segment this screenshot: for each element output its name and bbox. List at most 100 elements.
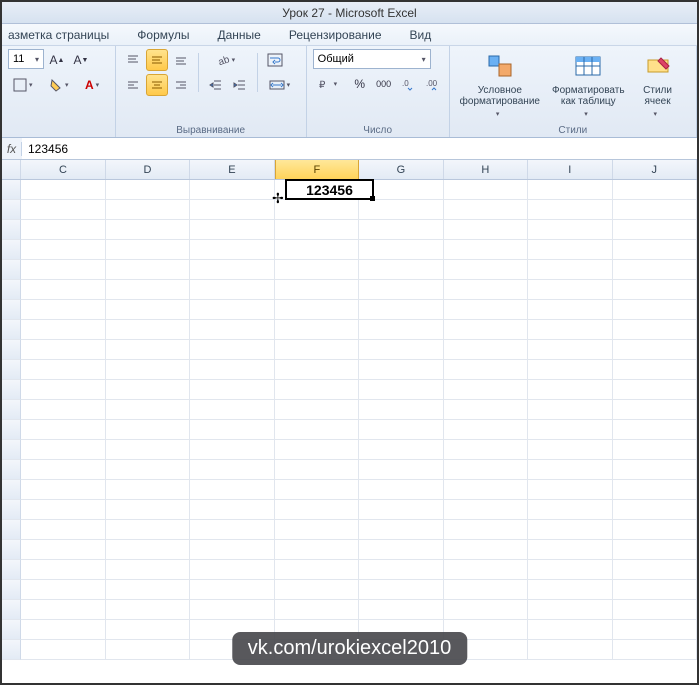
cell[interactable] bbox=[275, 360, 359, 380]
cell[interactable] bbox=[613, 420, 697, 440]
cell[interactable] bbox=[275, 320, 359, 340]
cell[interactable] bbox=[106, 260, 190, 280]
cell[interactable] bbox=[444, 580, 528, 600]
align-right-icon[interactable] bbox=[170, 74, 192, 96]
cell[interactable] bbox=[21, 600, 105, 620]
increase-indent-icon[interactable] bbox=[229, 74, 251, 96]
col-header[interactable]: I bbox=[528, 160, 612, 179]
cell[interactable] bbox=[106, 540, 190, 560]
cell[interactable] bbox=[21, 280, 105, 300]
cell[interactable] bbox=[275, 340, 359, 360]
cell[interactable] bbox=[444, 180, 528, 200]
cell[interactable] bbox=[359, 440, 443, 460]
cell[interactable] bbox=[190, 580, 274, 600]
cell[interactable] bbox=[106, 580, 190, 600]
cell[interactable] bbox=[106, 400, 190, 420]
cell[interactable] bbox=[444, 280, 528, 300]
decrease-indent-icon[interactable] bbox=[205, 74, 227, 96]
cell[interactable] bbox=[359, 380, 443, 400]
cell[interactable] bbox=[190, 560, 274, 580]
cell[interactable] bbox=[444, 300, 528, 320]
cell[interactable] bbox=[190, 480, 274, 500]
font-size-combo[interactable]: 11▾ bbox=[8, 49, 44, 69]
cell[interactable] bbox=[613, 620, 697, 640]
worksheet-grid[interactable]: C D E F G H I J 123456 ✢ bbox=[2, 160, 697, 660]
align-top-icon[interactable] bbox=[122, 49, 144, 71]
cell[interactable] bbox=[359, 220, 443, 240]
cell[interactable] bbox=[444, 260, 528, 280]
cell[interactable] bbox=[444, 500, 528, 520]
cell[interactable] bbox=[21, 440, 105, 460]
cell[interactable] bbox=[190, 600, 274, 620]
cell[interactable] bbox=[21, 540, 105, 560]
cell[interactable] bbox=[444, 540, 528, 560]
increase-font-icon[interactable]: A▲ bbox=[46, 49, 68, 71]
cell[interactable] bbox=[359, 300, 443, 320]
cell[interactable] bbox=[359, 540, 443, 560]
cell[interactable] bbox=[359, 500, 443, 520]
cell[interactable] bbox=[613, 200, 697, 220]
cell[interactable] bbox=[444, 400, 528, 420]
cell[interactable] bbox=[528, 320, 612, 340]
cell[interactable] bbox=[359, 480, 443, 500]
cell[interactable] bbox=[275, 500, 359, 520]
cell[interactable] bbox=[359, 200, 443, 220]
cell[interactable] bbox=[275, 200, 359, 220]
cell[interactable] bbox=[613, 580, 697, 600]
cell[interactable] bbox=[444, 200, 528, 220]
cell[interactable] bbox=[21, 300, 105, 320]
number-format-combo[interactable]: Общий▾ bbox=[313, 49, 431, 69]
cell[interactable] bbox=[528, 520, 612, 540]
cell[interactable] bbox=[106, 360, 190, 380]
cell[interactable] bbox=[359, 400, 443, 420]
cell[interactable] bbox=[613, 500, 697, 520]
cell[interactable] bbox=[275, 440, 359, 460]
cell[interactable] bbox=[190, 280, 274, 300]
cell[interactable] bbox=[613, 480, 697, 500]
cell[interactable] bbox=[21, 500, 105, 520]
cell[interactable] bbox=[613, 380, 697, 400]
cell[interactable] bbox=[359, 320, 443, 340]
cell[interactable] bbox=[528, 380, 612, 400]
select-all-corner[interactable] bbox=[2, 160, 21, 179]
cell[interactable] bbox=[613, 460, 697, 480]
cell[interactable] bbox=[21, 220, 105, 240]
cell[interactable] bbox=[444, 560, 528, 580]
increase-decimal-icon[interactable]: .0 bbox=[397, 73, 419, 95]
cell[interactable] bbox=[106, 200, 190, 220]
cell[interactable] bbox=[106, 240, 190, 260]
cell[interactable] bbox=[190, 200, 274, 220]
cell[interactable] bbox=[106, 340, 190, 360]
cell[interactable] bbox=[21, 480, 105, 500]
cell[interactable] bbox=[528, 540, 612, 560]
fx-icon[interactable]: fx bbox=[2, 142, 22, 156]
cell[interactable] bbox=[106, 280, 190, 300]
align-bottom-icon[interactable] bbox=[170, 49, 192, 71]
cell[interactable] bbox=[359, 420, 443, 440]
cell[interactable] bbox=[359, 520, 443, 540]
cell[interactable] bbox=[106, 420, 190, 440]
cell[interactable] bbox=[528, 180, 612, 200]
wrap-text-icon[interactable] bbox=[264, 49, 286, 71]
col-header[interactable]: G bbox=[359, 160, 443, 179]
cell[interactable] bbox=[528, 260, 612, 280]
cell[interactable] bbox=[106, 500, 190, 520]
cell[interactable] bbox=[613, 600, 697, 620]
cell[interactable] bbox=[613, 540, 697, 560]
cell[interactable] bbox=[444, 520, 528, 540]
cell[interactable] bbox=[444, 340, 528, 360]
cell[interactable] bbox=[190, 440, 274, 460]
cell[interactable] bbox=[190, 180, 274, 200]
cell[interactable] bbox=[275, 420, 359, 440]
align-middle-icon[interactable] bbox=[146, 49, 168, 71]
cell[interactable] bbox=[528, 480, 612, 500]
cell[interactable] bbox=[613, 320, 697, 340]
cell[interactable] bbox=[528, 280, 612, 300]
cell[interactable] bbox=[21, 640, 105, 660]
cell[interactable] bbox=[275, 260, 359, 280]
format-as-table-button[interactable]: Форматировать как таблицу▾ bbox=[548, 49, 629, 122]
cell[interactable] bbox=[528, 600, 612, 620]
cell[interactable] bbox=[190, 240, 274, 260]
cell[interactable] bbox=[275, 280, 359, 300]
cell[interactable] bbox=[613, 300, 697, 320]
